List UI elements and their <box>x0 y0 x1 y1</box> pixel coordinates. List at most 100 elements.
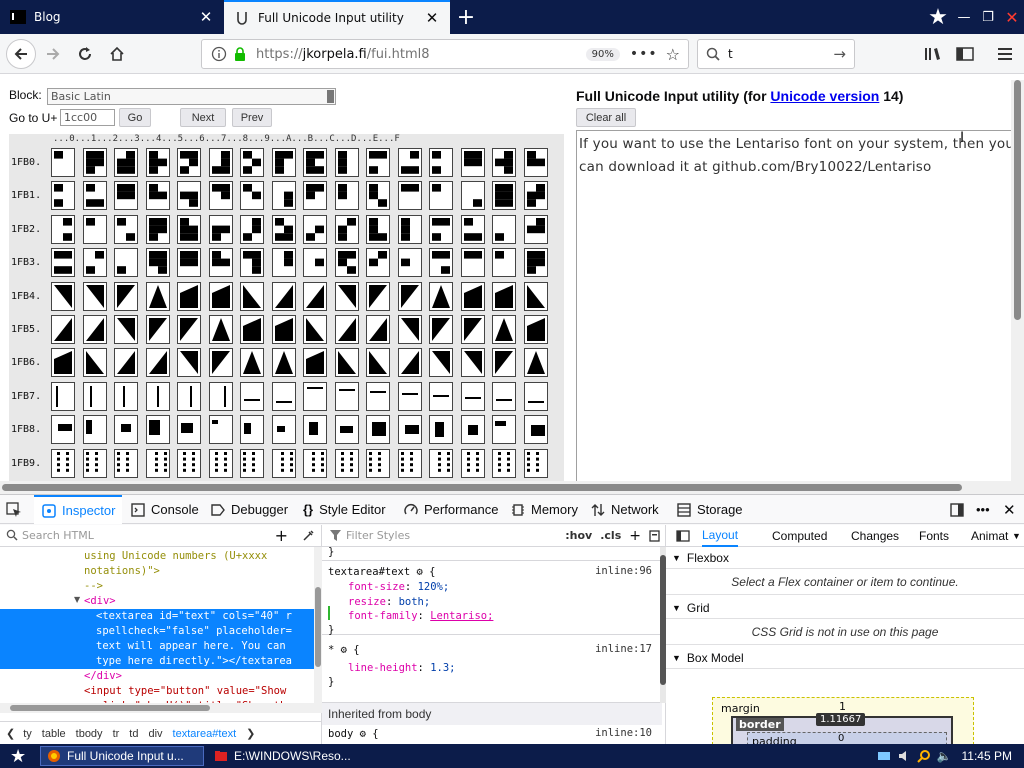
character-cell[interactable] <box>208 281 233 311</box>
character-cell[interactable] <box>82 381 107 411</box>
character-cell[interactable] <box>334 348 359 378</box>
character-cell[interactable] <box>82 214 107 244</box>
padding-value[interactable]: 0 <box>838 733 844 744</box>
character-cell[interactable] <box>366 381 390 411</box>
character-cell[interactable] <box>397 348 422 378</box>
character-cell[interactable] <box>82 281 107 311</box>
character-cell[interactable] <box>366 315 390 344</box>
character-cell[interactable] <box>271 148 296 177</box>
character-cell[interactable] <box>523 248 548 278</box>
character-cell[interactable] <box>366 181 390 211</box>
character-cell[interactable] <box>492 381 516 411</box>
character-cell[interactable] <box>460 315 485 344</box>
character-cell[interactable] <box>145 348 170 378</box>
character-cell[interactable] <box>271 448 296 478</box>
character-cell[interactable] <box>303 381 327 411</box>
rule-source[interactable]: inline:10 <box>595 727 652 739</box>
character-cell[interactable] <box>114 415 138 445</box>
character-cell[interactable] <box>303 348 327 378</box>
search-html-input[interactable]: Search HTML <box>22 529 275 542</box>
margin-value[interactable]: 1 <box>839 700 846 713</box>
character-cell[interactable] <box>523 148 548 177</box>
character-cell[interactable] <box>429 248 453 278</box>
character-cell[interactable] <box>397 315 422 344</box>
character-cell[interactable] <box>51 315 75 344</box>
character-cell[interactable] <box>145 448 170 478</box>
character-cell[interactable] <box>366 281 390 311</box>
tab-layout[interactable]: Layout <box>702 525 739 547</box>
character-cell[interactable] <box>177 248 201 278</box>
character-cell[interactable] <box>240 214 264 244</box>
character-cell[interactable] <box>460 348 485 378</box>
next-button[interactable]: Next <box>180 108 226 127</box>
character-cell[interactable] <box>208 381 233 411</box>
character-cell[interactable] <box>240 148 264 177</box>
character-cell[interactable] <box>271 415 296 445</box>
character-cell[interactable] <box>492 281 516 311</box>
character-cell[interactable] <box>334 148 359 177</box>
devtools-more-icon[interactable]: ••• <box>976 495 990 524</box>
chevron-right-icon[interactable]: ❯ <box>246 727 255 740</box>
character-cell[interactable] <box>429 381 453 411</box>
page-actions-icon[interactable]: ••• <box>630 46 658 62</box>
character-cell[interactable] <box>114 148 138 177</box>
character-cell[interactable] <box>271 214 296 244</box>
character-cell[interactable] <box>429 415 453 445</box>
character-cell[interactable] <box>334 448 359 478</box>
character-cell[interactable] <box>334 381 359 411</box>
tab-changes[interactable]: Changes <box>851 525 899 547</box>
character-cell[interactable] <box>177 281 201 311</box>
character-cell[interactable] <box>397 415 422 445</box>
character-cell[interactable] <box>429 448 453 478</box>
character-cell[interactable] <box>145 214 170 244</box>
character-cell[interactable] <box>460 148 485 177</box>
speaker-tray-icon[interactable]: 🔈 <box>937 749 952 763</box>
tab-fonts[interactable]: Fonts <box>919 525 949 547</box>
tab-animations[interactable]: Animat <box>971 525 1008 547</box>
tab-blog[interactable]: Blog ✕ <box>0 0 224 34</box>
character-cell[interactable] <box>303 181 327 211</box>
character-cell[interactable] <box>460 448 485 478</box>
character-cell[interactable] <box>51 415 75 445</box>
page-vertical-scrollbar[interactable] <box>1011 80 1024 494</box>
character-cell[interactable] <box>51 181 75 211</box>
character-cell[interactable] <box>492 315 516 344</box>
character-cell[interactable] <box>397 448 422 478</box>
home-button[interactable] <box>102 39 132 69</box>
back-button[interactable] <box>6 39 36 69</box>
minimize-icon[interactable]: — <box>952 5 976 29</box>
filter-styles-input[interactable]: Filter Styles <box>346 529 565 542</box>
tab-computed[interactable]: Computed <box>772 525 827 547</box>
character-cell[interactable] <box>145 415 170 445</box>
character-cell[interactable] <box>397 181 422 211</box>
character-cell[interactable] <box>397 214 422 244</box>
character-cell[interactable] <box>523 381 548 411</box>
pick-element-button[interactable] <box>6 495 32 524</box>
character-cell[interactable] <box>492 181 516 211</box>
character-cell[interactable] <box>397 281 422 311</box>
character-cell[interactable] <box>240 248 264 278</box>
grid-section[interactable]: ▼ Grid <box>666 597 1024 619</box>
character-cell[interactable] <box>114 281 138 311</box>
restore-icon[interactable]: ❐ <box>976 5 1000 29</box>
character-cell[interactable] <box>177 348 201 378</box>
character-cell[interactable] <box>208 148 233 177</box>
html-line[interactable]: --> <box>0 579 316 594</box>
character-cell[interactable] <box>145 381 170 411</box>
character-cell[interactable] <box>429 181 453 211</box>
character-cell[interactable] <box>208 415 233 445</box>
character-cell[interactable] <box>114 315 138 344</box>
box-model-diagram[interactable]: margin 1 border padding 0 1.11667 <box>712 697 974 762</box>
tab-memory[interactable]: Memory <box>511 495 578 524</box>
character-cell[interactable] <box>397 381 422 411</box>
character-cell[interactable] <box>366 248 390 278</box>
character-cell[interactable] <box>334 248 359 278</box>
character-cell[interactable] <box>366 348 390 378</box>
search-go-arrow-icon[interactable]: → <box>833 45 846 63</box>
character-cell[interactable] <box>177 214 201 244</box>
go-button[interactable]: Go <box>119 108 151 127</box>
character-cell[interactable] <box>51 148 75 177</box>
character-cell[interactable] <box>303 315 327 344</box>
tab-performance[interactable]: Performance <box>404 495 498 524</box>
character-cell[interactable] <box>114 248 138 278</box>
